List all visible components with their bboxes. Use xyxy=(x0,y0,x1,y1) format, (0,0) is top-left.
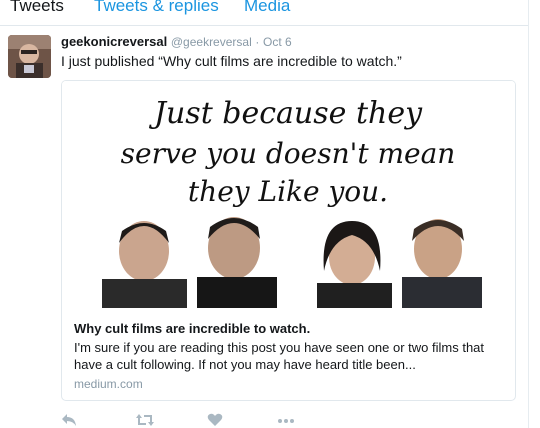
card-image[interactable]: Just because they serve you doesn't mean… xyxy=(62,81,515,309)
tweet-text: I just published “Why cult films are inc… xyxy=(61,53,402,69)
more-icon[interactable] xyxy=(277,413,295,428)
card-description: I'm sure if you are reading this post yo… xyxy=(74,340,485,372)
separator-dot: · xyxy=(255,35,260,49)
column-divider xyxy=(528,0,529,428)
profile-tabs: Tweets Tweets & replies Media xyxy=(0,0,528,26)
user-handle[interactable]: @geekreversal xyxy=(171,35,252,49)
reply-icon[interactable] xyxy=(61,413,77,428)
card-domain: medium.com xyxy=(74,377,143,391)
tab-tweets-and-replies[interactable]: Tweets & replies xyxy=(94,0,219,16)
card-title: Why cult films are incredible to watch. xyxy=(74,321,311,336)
image-caption-line-1: Just because they xyxy=(148,96,423,131)
tweet-timestamp[interactable]: Oct 6 xyxy=(263,35,292,49)
image-caption-line-3: they Like you. xyxy=(188,175,388,208)
tab-media[interactable]: Media xyxy=(244,0,290,16)
image-caption-line-2: serve you doesn't mean xyxy=(121,137,456,170)
avatar[interactable] xyxy=(8,35,51,78)
heart-icon[interactable] xyxy=(207,413,223,428)
tab-tweets[interactable]: Tweets xyxy=(10,0,64,16)
tweet-header: geekonicreversal @geekreversal · Oct 6 xyxy=(61,34,292,50)
movie-still-image: Just because they serve you doesn't mean… xyxy=(62,81,515,309)
link-card[interactable]: Just because they serve you doesn't mean… xyxy=(61,80,516,401)
avatar-image xyxy=(8,35,51,78)
display-name[interactable]: geekonicreversal xyxy=(61,34,167,49)
retweet-icon[interactable] xyxy=(135,413,155,428)
